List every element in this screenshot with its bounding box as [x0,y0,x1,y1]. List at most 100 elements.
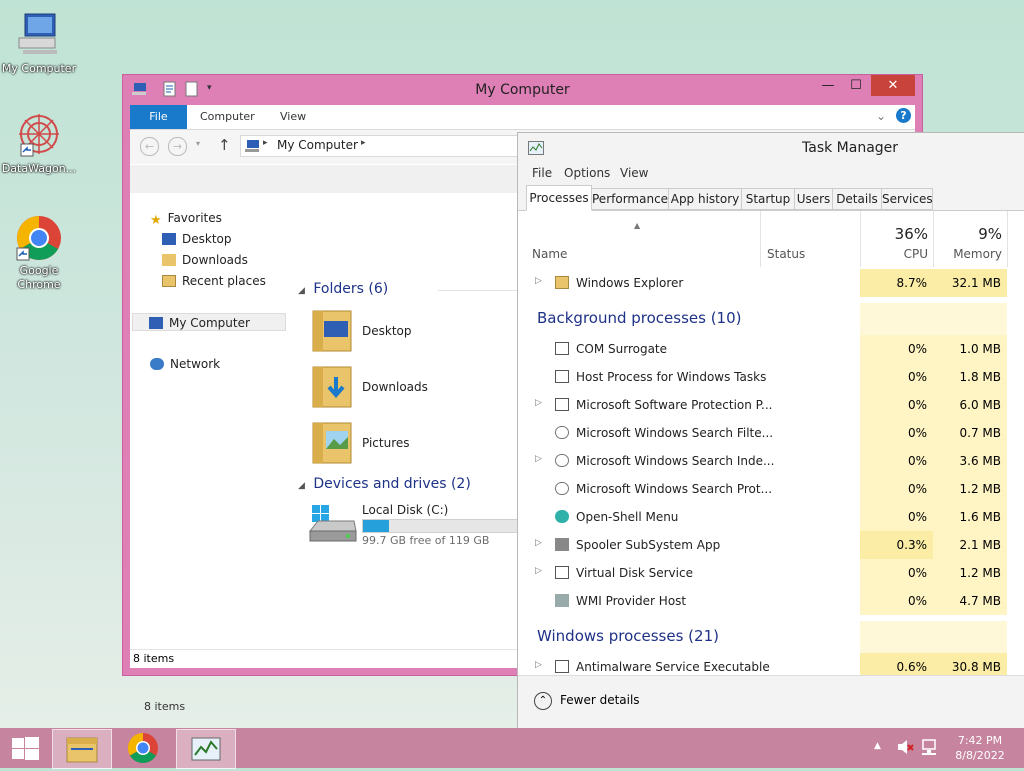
desktop-icon [162,233,176,245]
column-name[interactable]: ▲ Name [518,211,760,267]
clock-date: 8/8/2022 [955,749,1005,762]
process-row[interactable]: COM Surrogate 0% 1.0 MB [518,335,1024,363]
breadcrumb-my-computer[interactable]: My Computer [277,138,358,152]
process-row[interactable]: Microsoft Windows Search Prot... 0% 1.2 … [518,475,1024,503]
window-process-icon [555,342,569,355]
printer-icon [555,538,569,551]
cpu-total: 36% [894,225,928,243]
nav-network[interactable]: Network [150,355,220,373]
folder-downloads[interactable]: Downloads [362,380,428,394]
maximize-button[interactable]: ☐ [843,75,869,96]
tab-computer[interactable]: Computer [200,105,255,129]
help-icon[interactable]: ? [896,108,911,123]
show-hidden-icons[interactable]: ▲ [874,741,881,751]
window-process-icon [555,566,569,579]
tab-details[interactable]: Details [832,188,882,210]
desktop-icon-label: Google Chrome [17,264,61,291]
tab-performance[interactable]: Performance [591,188,669,210]
windows-processes-header[interactable]: Windows processes (21) [518,621,1024,653]
process-row[interactable]: Open-Shell Menu 0% 1.6 MB [518,503,1024,531]
hard-drive-icon [308,503,358,547]
close-button[interactable]: ✕ [871,75,915,96]
menu-options[interactable]: Options [564,166,610,180]
forward-icon[interactable]: → [168,137,187,156]
computer-icon [15,12,63,60]
tab-startup[interactable]: Startup [741,188,795,210]
expand-icon[interactable]: ▷ [535,660,542,670]
process-row[interactable]: Host Process for Windows Tasks 0% 1.8 MB [518,363,1024,391]
expand-icon[interactable]: ▷ [535,454,542,464]
menu-view[interactable]: View [620,166,648,180]
folder-desktop[interactable]: Desktop [362,324,412,338]
column-memory[interactable]: 9% Memory [933,211,1008,267]
menu-file[interactable]: File [532,166,552,180]
shell-icon [555,510,569,523]
nav-recent-places[interactable]: Recent places [162,272,266,290]
search-service-icon [555,426,569,439]
process-row[interactable]: ▷ Spooler SubSystem App 0.3% 2.1 MB [518,531,1024,559]
sort-up-icon: ▲ [634,221,641,230]
clock[interactable]: 7:42 PM 8/8/2022 [948,733,1012,763]
drive-free-space: 99.7 GB free of 119 GB [362,534,490,547]
nav-favorites[interactable]: ★ Favorites [150,209,222,228]
column-extra [1007,211,1024,267]
tab-view[interactable]: View [280,105,306,129]
nav-desktop[interactable]: Desktop [162,230,232,248]
recent-locations-icon[interactable]: ▾ [196,139,200,148]
tab-users[interactable]: Users [794,188,833,210]
folder-icon [310,307,354,352]
expand-icon[interactable]: ▷ [535,276,542,286]
expand-icon[interactable]: ▷ [535,538,542,548]
drive-usage-fill [363,520,389,532]
window-process-icon [555,660,569,673]
desktop-icon-datawagon[interactable]: DataWagon... [0,112,78,176]
chevron-down-icon[interactable]: ⌄ [876,109,886,123]
drive-usage-bar [362,519,524,533]
breadcrumb-separator-icon: ▸ [263,138,268,148]
taskbar-explorer[interactable] [52,729,112,769]
items-count-pane: 8 items [144,700,186,713]
computer-icon [149,317,163,329]
taskbar-chrome[interactable] [114,729,172,767]
minimize-button[interactable]: — [815,75,841,96]
desktop-icon-my-computer[interactable]: My Computer [0,12,78,76]
process-row[interactable]: ▷ Virtual Disk Service 0% 1.2 MB [518,559,1024,587]
tab-services[interactable]: Services [881,188,933,210]
tab-file[interactable]: File [130,105,187,129]
start-button[interactable] [0,729,58,767]
ribbon-tabs: File Computer View ⌄ ? [130,105,915,130]
window-title: My Computer [475,82,570,98]
process-row[interactable]: ▷ Antimalware Service Executable 0.6% 30… [518,653,1024,675]
process-row[interactable]: ▷ Windows Explorer 8.7% 32.1 MB [518,269,1024,297]
folder-icon [310,363,354,408]
folder-pictures[interactable]: Pictures [362,436,410,450]
back-icon[interactable]: ← [140,137,159,156]
chrome-icon [15,214,63,262]
network-icon[interactable] [920,738,938,759]
task-manager-window[interactable]: Task Manager File Options View Processes… [517,132,1024,734]
nav-downloads[interactable]: Downloads [162,251,248,269]
nav-my-computer[interactable]: My Computer [132,313,286,331]
tab-app-history[interactable]: App history [668,188,742,210]
expand-icon[interactable]: ▷ [535,566,542,576]
file-explorer-icon [66,737,98,763]
taskbar-task-manager[interactable] [176,729,236,769]
column-status[interactable]: Status [760,211,861,267]
expand-icon[interactable]: ▷ [535,398,542,408]
computer-icon [244,139,260,156]
process-row[interactable]: WMI Provider Host 0% 4.7 MB [518,587,1024,615]
process-row[interactable]: ▷ Microsoft Windows Search Inde... 0% 3.… [518,447,1024,475]
desktop-icon-chrome[interactable]: Google Chrome [0,214,78,292]
volume-muted-icon[interactable] [896,738,914,759]
task-manager-titlebar[interactable]: Task Manager [518,133,1024,163]
tab-processes[interactable]: Processes [526,185,592,211]
process-row[interactable]: Microsoft Windows Search Filte... 0% 0.7… [518,419,1024,447]
window-process-icon [555,370,569,383]
background-processes-header[interactable]: Background processes (10) [518,303,1024,335]
explorer-titlebar[interactable]: ▾ My Computer — ☐ ✕ [123,75,922,105]
process-row[interactable]: ▷ Microsoft Software Protection P... 0% … [518,391,1024,419]
clock-time: 7:42 PM [957,734,1003,747]
column-cpu[interactable]: 36% CPU [860,211,934,267]
drive-name[interactable]: Local Disk (C:) [362,503,448,517]
up-arrow-icon[interactable]: ↑ [218,136,231,154]
